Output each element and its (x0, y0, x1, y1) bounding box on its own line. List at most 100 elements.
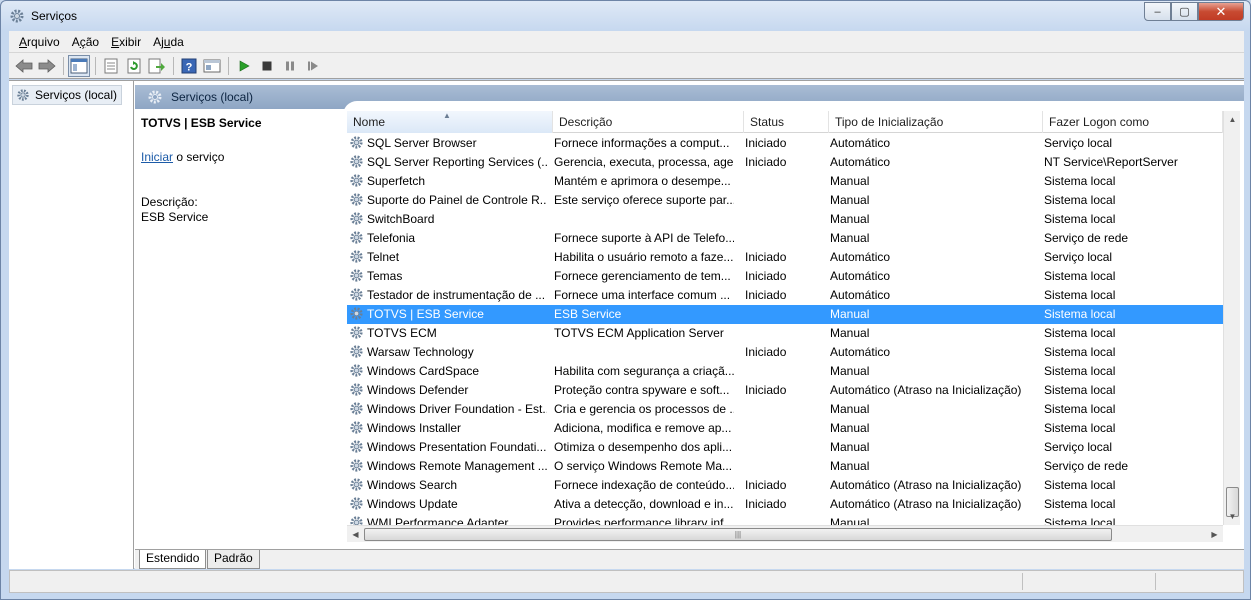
service-status: Iniciado (745, 250, 787, 264)
maximize-button[interactable]: ▢ (1171, 2, 1198, 21)
service-description: Fornece uma interface comum ... (554, 288, 731, 302)
service-name: SwitchBoard (367, 212, 435, 226)
table-row[interactable]: Superfetch Mantém e aprimora o desempe...… (347, 172, 1223, 191)
column-header-log-on-as[interactable]: Fazer Logon como (1043, 111, 1223, 133)
menu-bar: Arquivo Ação Exibir Ajuda (9, 31, 1244, 53)
content-area: Serviços (local) Serviços (local) TOTVS … (9, 80, 1244, 569)
scroll-up-icon[interactable]: ▲ (1224, 111, 1241, 128)
table-row[interactable]: TOTVS ECM TOTVS ECM Application Server Man… (347, 324, 1223, 343)
table-row[interactable]: Windows Remote Management ... O serviço W… (347, 457, 1223, 476)
menu-ajuda[interactable]: Ajuda (147, 35, 190, 49)
services-list: ▲ Nome Descrição Status Tipo de Iniciali… (343, 101, 1244, 549)
service-name: Suporte do Painel de Controle R... (367, 193, 547, 207)
table-row[interactable]: Windows Installer Adiciona, modifica e re… (347, 419, 1223, 438)
table-row[interactable]: Windows Driver Foundation - Est... Cria e… (347, 400, 1223, 419)
table-row[interactable]: Telnet Habilita o usuário remoto a faze..… (347, 248, 1223, 267)
list-header: ▲ Nome Descrição Status Tipo de Iniciali… (347, 111, 1223, 133)
show-hide-console-tree-icon (70, 58, 88, 73)
service-name: Windows Remote Management ... (367, 459, 547, 473)
service-description: Este serviço oferece suporte par... (554, 193, 734, 207)
vertical-scrollbar[interactable]: ▲ ▼ (1223, 111, 1240, 525)
title-bar[interactable]: Serviços ‒ ▢ ✕ (1, 1, 1250, 31)
restart-service-button[interactable] (302, 55, 324, 77)
table-row[interactable]: SQL Server Browser Fornece informações a … (347, 134, 1223, 153)
tab-extended[interactable]: Estendido (139, 550, 207, 569)
table-row[interactable]: Windows Presentation Foundati... Otimiza … (347, 438, 1223, 457)
description-label: Descrição: (141, 195, 198, 209)
scroll-left-icon[interactable]: ◀ (347, 526, 364, 543)
console-view-button[interactable] (201, 55, 223, 77)
service-status: Iniciado (745, 497, 787, 511)
minimize-button[interactable]: ‒ (1144, 2, 1171, 21)
start-service-link[interactable]: Iniciar (141, 150, 173, 164)
table-row[interactable]: SQL Server Reporting Services (... Gerenc… (347, 153, 1223, 172)
table-row[interactable]: Windows Update Ativa a detecção, download… (347, 495, 1223, 514)
service-name: Windows Presentation Foundati... (367, 440, 547, 454)
properties-button[interactable] (100, 55, 122, 77)
help-button[interactable]: ? (178, 55, 200, 77)
table-row[interactable]: Suporte do Painel de Controle R... Este s… (347, 191, 1223, 210)
table-row[interactable]: Temas Fornece gerenciamento de tem... Inic… (347, 267, 1223, 286)
scroll-down-icon[interactable]: ▼ (1224, 508, 1241, 525)
service-startup-type: Manual (830, 307, 870, 321)
console-tree: Serviços (local) (9, 81, 134, 569)
help-icon: ? (181, 58, 197, 73)
column-header-startup-type[interactable]: Tipo de Inicialização (829, 111, 1043, 133)
service-log-on-as: Sistema local (1044, 269, 1116, 283)
service-log-on-as: Sistema local (1044, 212, 1116, 226)
service-status: Iniciado (745, 288, 787, 302)
table-row[interactable]: Testador de instrumentação de ... Fornece… (347, 286, 1223, 305)
show-hide-console-tree-button[interactable] (68, 54, 90, 77)
service-startup-type: Automático (830, 136, 891, 150)
table-row[interactable]: SwitchBoard Manual Sistema local (347, 210, 1223, 229)
service-log-on-as: Serviço de rede (1044, 459, 1129, 473)
service-name: Superfetch (367, 174, 426, 188)
service-log-on-as: Sistema local (1044, 364, 1116, 378)
export-list-button[interactable] (146, 55, 168, 77)
refresh-button[interactable] (123, 55, 145, 77)
forward-button[interactable] (36, 55, 58, 77)
start-service-button[interactable] (233, 55, 255, 77)
service-description: Gerencia, executa, processa, age... (554, 155, 734, 169)
stop-service-button[interactable] (256, 55, 278, 77)
table-row[interactable]: Windows CardSpace Habilita com segurança … (347, 362, 1223, 381)
service-description: ESB Service (554, 307, 622, 321)
tree-item-services-local[interactable]: Serviços (local) (12, 85, 123, 105)
pause-service-button[interactable] (279, 55, 301, 77)
service-log-on-as: Serviço local (1044, 136, 1113, 150)
service-startup-type: Manual (830, 364, 870, 378)
service-description: Adiciona, modifica e remove ap... (554, 421, 732, 435)
menu-arquivo[interactable]: Arquivo (13, 35, 66, 49)
service-name: Telefonia (367, 231, 416, 245)
menu-exibir[interactable]: Exibir (105, 35, 147, 49)
close-button[interactable]: ✕ (1198, 2, 1244, 21)
svg-text:?: ? (186, 61, 193, 73)
table-row[interactable]: TOTVS | ESB Service ESB Service Manual Sist… (347, 305, 1223, 324)
close-icon: ✕ (1215, 3, 1227, 19)
service-description: O serviço Windows Remote Ma... (554, 459, 733, 473)
menu-acao[interactable]: Ação (66, 35, 105, 49)
service-startup-type: Automático (Atraso na Inicialização) (830, 478, 1022, 492)
column-header-status[interactable]: Status (744, 111, 829, 133)
horizontal-scroll-thumb[interactable]: ||| (364, 528, 1112, 541)
table-row[interactable]: Windows Search Fornece indexação de conte… (347, 476, 1223, 495)
service-name: Windows Driver Foundation - Est... (367, 402, 547, 416)
service-log-on-as: Sistema local (1044, 193, 1116, 207)
service-startup-type: Manual (830, 459, 870, 473)
back-button[interactable] (13, 55, 35, 77)
description-panel: TOTVS | ESB Service Iniciar o serviço De… (135, 109, 343, 549)
column-header-description[interactable]: Descrição (553, 111, 744, 133)
service-startup-type: Manual (830, 212, 870, 226)
tab-standard[interactable]: Padrão (207, 550, 260, 569)
scroll-right-icon[interactable]: ▶ (1206, 526, 1223, 543)
table-row[interactable]: Windows Defender Proteção contra spyware … (347, 381, 1223, 400)
horizontal-scrollbar[interactable]: ◀ ||| ▶ (347, 525, 1223, 542)
column-header-name[interactable]: ▲ Nome (347, 111, 553, 133)
service-description: Ativa a detecção, download e in... (554, 497, 734, 511)
service-description: Fornece indexação de conteúdo... (554, 478, 734, 492)
table-row[interactable]: Warsaw Technology Iniciado Automático Siste… (347, 343, 1223, 362)
service-log-on-as: Sistema local (1044, 497, 1116, 511)
service-log-on-as: Sistema local (1044, 326, 1116, 340)
table-row[interactable]: Telefonia Fornece suporte à API de Telefo… (347, 229, 1223, 248)
properties-icon (104, 58, 118, 73)
